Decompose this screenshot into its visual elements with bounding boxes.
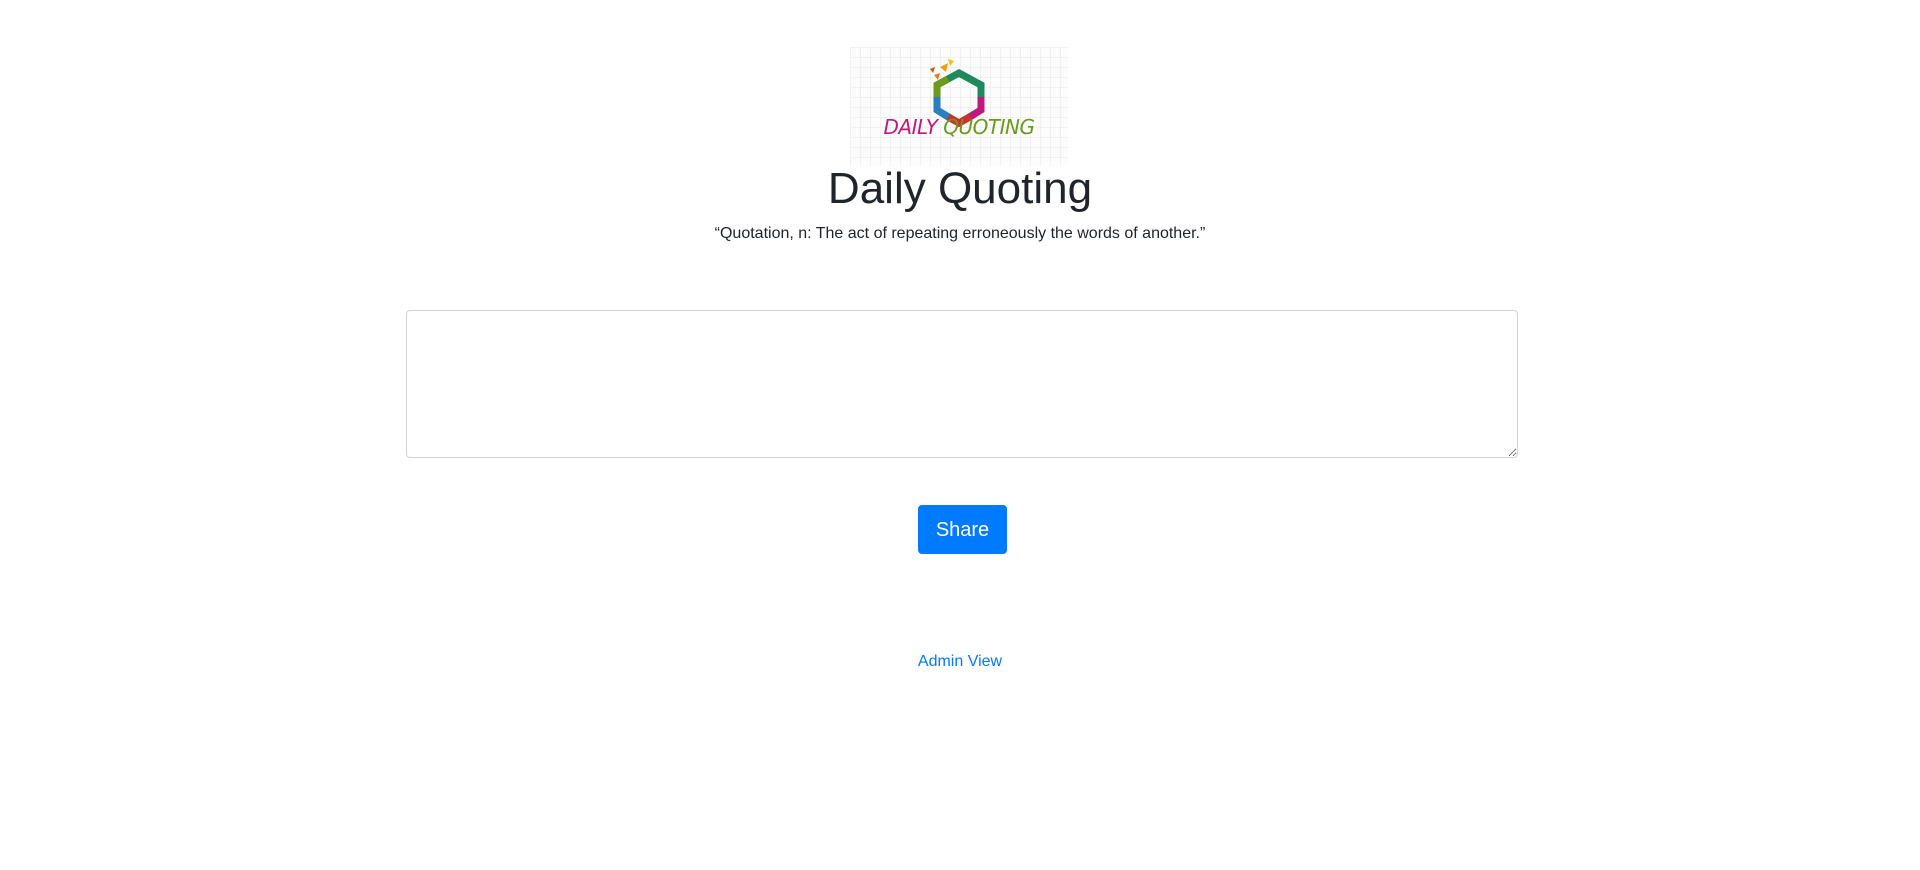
page-title: Daily Quoting [827,164,1093,213]
admin-view-link[interactable]: Admin View [918,653,1002,670]
logo-word-daily: DAILY [883,115,938,139]
logo-word-quoting: QUOTING [943,115,1035,139]
hexagon-logo-icon [930,59,985,128]
share-button[interactable]: Share [918,505,1007,554]
admin-link-container: Admin View [0,652,1920,672]
page-subtitle: “Quotation, n: The act of repeating erro… [714,225,1206,242]
quote-textarea[interactable] [406,310,1518,458]
daily-quoting-logo: DAILY QUOTING [850,47,1068,166]
logo-wordmark: DAILY QUOTING [850,115,1068,139]
page: DAILY QUOTING Daily Quoting “Quotation, … [0,0,1920,870]
